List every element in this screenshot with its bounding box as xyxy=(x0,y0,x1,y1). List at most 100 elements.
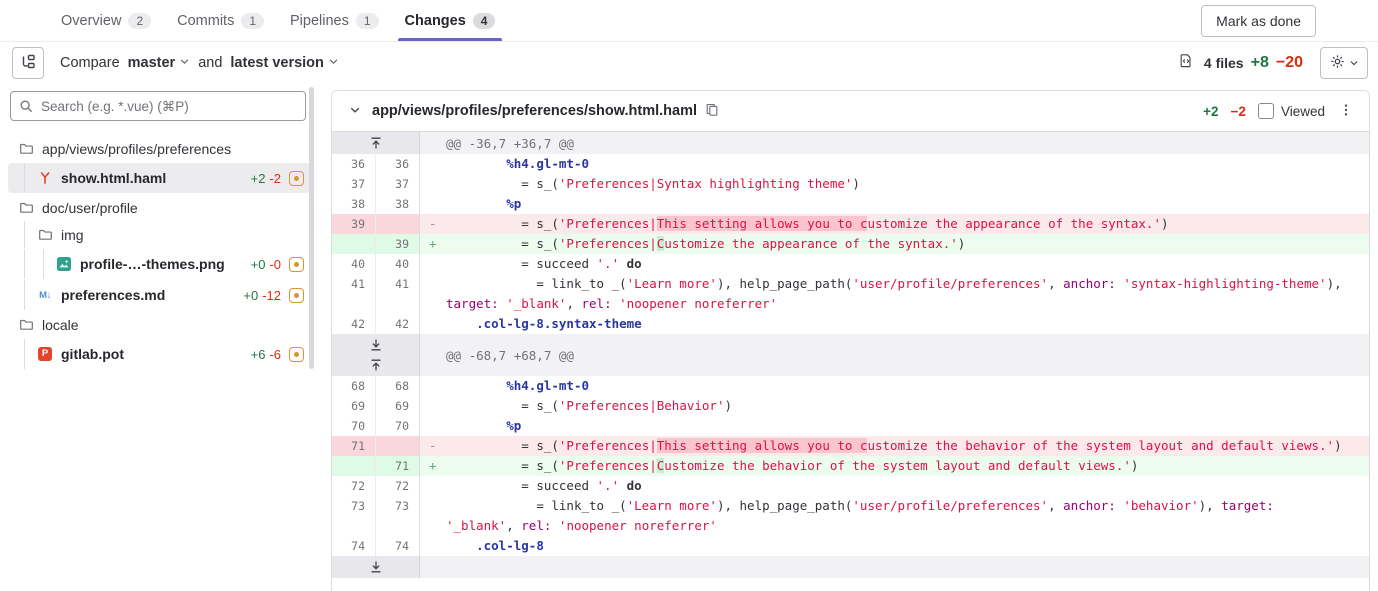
code-token: do xyxy=(627,478,642,493)
code-token xyxy=(446,418,506,433)
file-tree-icon xyxy=(20,54,36,73)
sidebar-scrollbar[interactable] xyxy=(309,87,314,369)
tree-folder-locale[interactable]: locale xyxy=(8,311,310,338)
tab-changes[interactable]: Changes4 xyxy=(392,0,509,41)
code-token: '.' xyxy=(597,256,620,271)
expand-down-button[interactable] xyxy=(332,335,419,355)
file-tree-toggle-button[interactable] xyxy=(12,47,44,79)
badge-dot xyxy=(294,352,299,357)
tree-item-label: img xyxy=(61,227,84,243)
new-line-number[interactable]: 69 xyxy=(376,396,420,416)
code-token: ), help_page_path( xyxy=(717,498,852,513)
new-line-number[interactable]: 72 xyxy=(376,476,420,496)
folder-open-icon xyxy=(18,200,34,215)
tree-folder-doc-user-profile[interactable]: doc/user/profile xyxy=(8,194,310,221)
tree-file-show-html-haml[interactable]: show.html.haml+2-2 xyxy=(8,163,310,193)
diff-code-cell: %p xyxy=(420,194,1369,214)
code-line: = succeed '.' do xyxy=(446,254,1344,274)
old-line-number[interactable]: 40 xyxy=(332,254,376,274)
tree-item-label: locale xyxy=(42,317,79,333)
target-version-dropdown[interactable]: latest version xyxy=(230,55,339,71)
new-line-number[interactable]: 39 xyxy=(376,234,420,254)
code-line: %h4.gl-mt-0 xyxy=(446,154,1344,174)
code-token: target: xyxy=(1221,498,1274,513)
diff-line-ctx: 7373 = link_to _('Learn more'), help_pag… xyxy=(332,496,1369,536)
old-line-number[interactable]: 41 xyxy=(332,274,376,314)
old-line-number[interactable]: 74 xyxy=(332,536,376,556)
code-line: = s_('Preferences|Behavior') xyxy=(446,396,1344,416)
folder-open-icon xyxy=(18,317,34,332)
diff-code-cell: - = s_('Preferences|This setting allows … xyxy=(420,214,1369,234)
new-line-number[interactable]: 70 xyxy=(376,416,420,436)
mark-as-done-button[interactable]: Mark as done xyxy=(1201,5,1316,37)
old-line-number[interactable]: 72 xyxy=(332,476,376,496)
code-token: '_blank' xyxy=(446,518,506,533)
tab-pipelines[interactable]: Pipelines1 xyxy=(277,0,392,41)
old-line-number[interactable] xyxy=(332,234,376,254)
new-line-number[interactable]: 36 xyxy=(376,154,420,174)
expand-up-button[interactable] xyxy=(332,355,419,375)
code-token: 'Preferences| xyxy=(559,236,657,251)
old-line-number[interactable]: 38 xyxy=(332,194,376,214)
new-line-number[interactable]: 71 xyxy=(376,456,420,476)
diff-line-del: 71 - = s_('Preferences|This setting allow… xyxy=(332,436,1369,456)
new-line-number[interactable]: 38 xyxy=(376,194,420,214)
old-line-number[interactable]: 71 xyxy=(332,436,376,456)
old-line-number[interactable]: 70 xyxy=(332,416,376,436)
diff-options-menu-button[interactable] xyxy=(1337,100,1355,123)
old-line-number[interactable]: 68 xyxy=(332,376,376,396)
old-line-number[interactable] xyxy=(332,456,376,476)
old-line-number[interactable]: 42 xyxy=(332,314,376,334)
tree-file-gitlab-pot[interactable]: Pgitlab.pot+6-6 xyxy=(8,339,310,369)
tab-overview[interactable]: Overview2 xyxy=(48,0,164,41)
collapse-diff-button[interactable] xyxy=(342,98,368,124)
old-line-number[interactable]: 37 xyxy=(332,174,376,194)
new-line-number[interactable]: 37 xyxy=(376,174,420,194)
tree-folder-img[interactable]: img xyxy=(8,221,310,248)
old-line-number[interactable]: 73 xyxy=(332,496,376,536)
code-token: , xyxy=(506,518,521,533)
file-modified-badge xyxy=(289,347,304,362)
expand-down-button[interactable] xyxy=(332,557,419,577)
tree-item-label: doc/user/profile xyxy=(42,200,138,216)
source-branch-dropdown[interactable]: master xyxy=(128,55,191,71)
conjunction-label: and xyxy=(198,55,222,71)
viewed-checkbox[interactable] xyxy=(1258,103,1274,119)
new-line-number[interactable]: 40 xyxy=(376,254,420,274)
new-line-number[interactable] xyxy=(376,214,420,234)
code-token: 'noopener noreferrer' xyxy=(619,296,777,311)
diff-settings-button[interactable] xyxy=(1320,47,1368,79)
compare-label: Compare xyxy=(60,55,120,71)
tree-file-preferences-md[interactable]: M↓preferences.md+0-12 xyxy=(8,280,310,310)
expand-up-button[interactable] xyxy=(332,133,419,153)
diff-code-cell: + = s_('Preferences|Customize the appear… xyxy=(420,234,1369,254)
diff-sign: + xyxy=(429,234,437,254)
tree-item-label: app/views/profiles/preferences xyxy=(42,141,231,157)
tab-commits[interactable]: Commits1 xyxy=(164,0,277,41)
old-line-number[interactable]: 69 xyxy=(332,396,376,416)
code-token: ), help_page_path( xyxy=(717,276,852,291)
code-token: .col-lg-8.syntax-theme xyxy=(476,316,642,331)
diff-code-cell: - = s_('Preferences|This setting allows … xyxy=(420,436,1369,456)
tree-folder-app-views-profiles-preferences[interactable]: app/views/profiles/preferences xyxy=(8,135,310,162)
code-token xyxy=(612,296,620,311)
diff-code-cell: %h4.gl-mt-0 xyxy=(420,154,1369,174)
new-line-number[interactable]: 68 xyxy=(376,376,420,396)
new-line-number[interactable]: 42 xyxy=(376,314,420,334)
new-line-number[interactable] xyxy=(376,436,420,456)
file-modified-badge xyxy=(289,288,304,303)
tab-count-badge: 4 xyxy=(473,13,496,29)
new-line-number[interactable]: 74 xyxy=(376,536,420,556)
new-line-number[interactable]: 41 xyxy=(376,274,420,314)
tree-guide-line xyxy=(24,221,25,248)
copy-path-button[interactable] xyxy=(705,102,719,120)
file-search-input[interactable] xyxy=(10,91,306,121)
old-line-number[interactable]: 39 xyxy=(332,214,376,234)
tree-file-profile-themes-png[interactable]: profile-…-themes.png+0-0 xyxy=(8,249,310,279)
new-line-number[interactable]: 73 xyxy=(376,496,420,536)
old-line-number[interactable]: 36 xyxy=(332,154,376,174)
deletions-count: -2 xyxy=(269,171,281,186)
diff-code-cell: %p xyxy=(420,416,1369,436)
code-token: 'Learn more' xyxy=(627,276,717,291)
code-token: 'user/profile/preferences' xyxy=(852,498,1048,513)
